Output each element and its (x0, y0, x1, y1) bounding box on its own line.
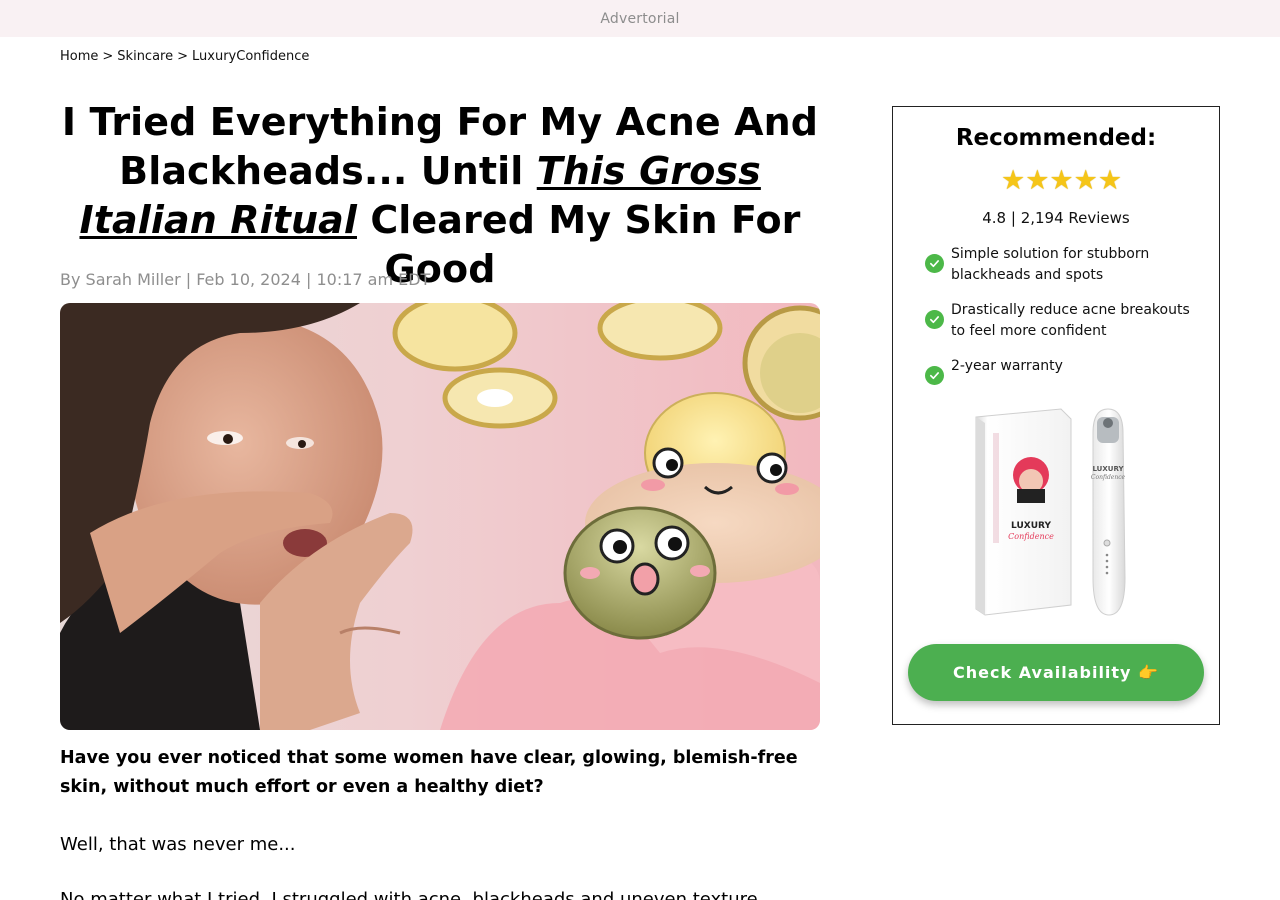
check-availability-button[interactable]: Check Availability 👉 (908, 644, 1204, 701)
breadcrumb-home[interactable]: Home (60, 49, 98, 64)
article-headline: I Tried Everything For My Acne And Black… (60, 98, 820, 294)
rating-summary: 4.8 | 2,194 Reviews (982, 209, 1130, 227)
device-brand: LUXURY (1092, 465, 1124, 473)
benefit-text: Drastically reduce acne breakouts to fee… (951, 302, 1190, 339)
box-subbrand: Confidence (1008, 532, 1054, 541)
check-circle-icon (925, 254, 944, 273)
article-byline: By Sarah Miller | Feb 10, 2024 | 10:17 a… (60, 270, 431, 289)
advertorial-label: Advertorial (600, 10, 680, 27)
hero-image (60, 303, 820, 730)
box-brand: LUXURY (1011, 521, 1051, 531)
check-circle-icon (925, 366, 944, 385)
advertorial-bar: Advertorial (0, 0, 1280, 37)
breadcrumb-skincare[interactable]: Skincare (117, 49, 173, 64)
recommended-box: Recommended: ★★★★★ 4.8 | 2,194 Reviews S… (892, 106, 1220, 725)
device-subbrand: Confidence (1091, 474, 1126, 481)
benefit-text: Simple solution for stubborn blackheads … (951, 246, 1150, 283)
breadcrumb-luxuryconfidence[interactable]: LuxuryConfidence (192, 49, 309, 64)
article-lede: Have you ever noticed that some women ha… (60, 748, 798, 797)
product-image: LUXURY Confidence LUXURY Confidence (973, 403, 1143, 618)
star-rating-icon: ★★★★★ (1001, 167, 1122, 194)
breadcrumb-separator: > (102, 49, 114, 64)
benefit-item: 2-year warranty (925, 356, 1205, 385)
check-circle-icon (925, 310, 944, 329)
breadcrumb-separator: > (177, 49, 189, 64)
benefit-item: Drastically reduce acne breakouts to fee… (925, 300, 1205, 342)
recommended-title: Recommended: (955, 125, 1157, 151)
article-paragraph: No matter what I tried, I struggled with… (60, 889, 764, 900)
article-paragraph: Well, that was never me... (60, 834, 296, 855)
benefit-item: Simple solution for stubborn blackheads … (925, 244, 1205, 286)
stars-glyphs: ★★★★★ (1001, 165, 1123, 196)
benefit-text: 2-year warranty (951, 358, 1063, 374)
breadcrumb: Home > Skincare > LuxuryConfidence (60, 49, 309, 64)
